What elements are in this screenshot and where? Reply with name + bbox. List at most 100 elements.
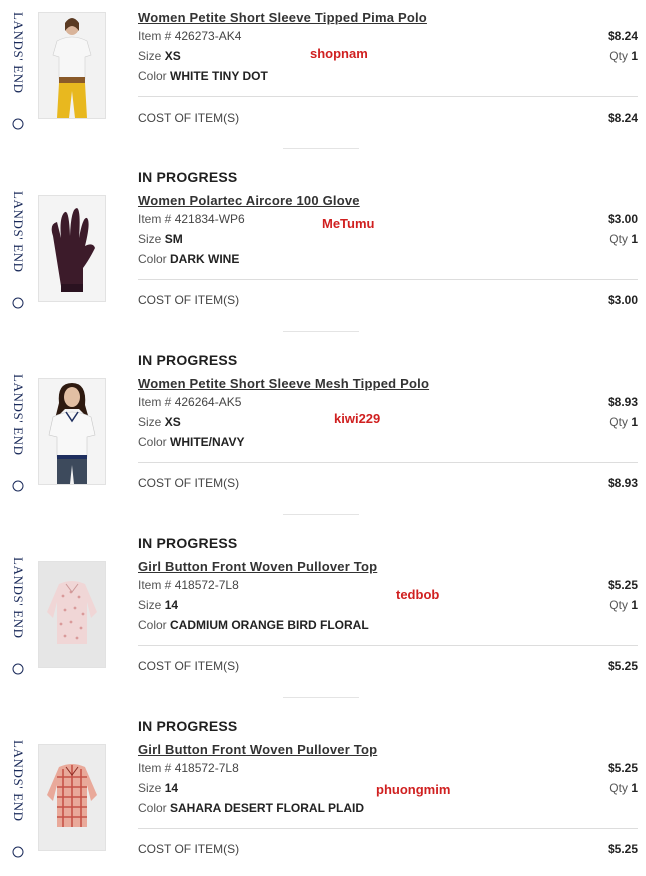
product-image[interactable]: [38, 378, 106, 485]
color-label: Color: [138, 69, 171, 83]
color-value: WHITE/NAVY: [170, 435, 245, 449]
quantity: Qty 1: [609, 49, 638, 63]
item-number-value: 418572-7L8: [174, 761, 239, 775]
cost-value: $5.25: [607, 659, 638, 673]
svg-text:LANDS' END: LANDS' END: [11, 12, 26, 94]
product-title-link[interactable]: Women Petite Short Sleeve Tipped Pima Po…: [138, 10, 427, 25]
item-color: Color WHITE TINY DOT: [138, 69, 268, 83]
size-label: Size: [138, 49, 165, 63]
order-item: IN PROGRESS LANDS' END Women Polartec Ai…: [0, 169, 646, 319]
product-title-link[interactable]: Women Petite Short Sleeve Mesh Tipped Po…: [138, 376, 429, 391]
color-label: Color: [138, 252, 171, 266]
lands-end-logo: LANDS' END: [8, 191, 28, 311]
size-value: XS: [164, 415, 181, 429]
cost-label: COST OF ITEM(S): [138, 659, 240, 673]
status-heading: IN PROGRESS: [138, 352, 238, 368]
status-heading: IN PROGRESS: [138, 718, 238, 734]
size-label: Size: [138, 598, 165, 612]
lands-end-logo: LANDS' END: [8, 374, 28, 494]
size-value: SM: [164, 232, 183, 246]
divider: [138, 462, 638, 463]
cost-value: $3.00: [607, 293, 638, 307]
qty-label: Qty: [609, 232, 632, 246]
cost-value: $8.93: [607, 476, 638, 490]
size-label: Size: [138, 232, 165, 246]
item-size: Size XS: [138, 415, 181, 429]
item-separator: [283, 148, 359, 149]
svg-text:LANDS' END: LANDS' END: [11, 374, 26, 456]
quantity: Qty 1: [609, 781, 638, 795]
item-number: Item # 426264-AK5: [138, 395, 241, 409]
item-number-label: Item #: [138, 761, 175, 775]
svg-text:LANDS' END: LANDS' END: [11, 740, 26, 822]
item-size: Size 14: [138, 781, 178, 795]
unit-price: $8.24: [607, 29, 638, 43]
status-heading: IN PROGRESS: [138, 169, 238, 185]
color-label: Color: [138, 618, 171, 632]
order-item: IN PROGRESS LANDS' END Women Petite Shor…: [0, 352, 646, 502]
order-item: IN PROGRESS LANDS' END Girl Button Front…: [0, 535, 646, 685]
qty-label: Qty: [609, 781, 632, 795]
item-number-value: 426273-AK4: [174, 29, 242, 43]
item-size: Size SM: [138, 232, 183, 246]
size-label: Size: [138, 415, 165, 429]
color-value: CADMIUM ORANGE BIRD FLORAL: [170, 618, 369, 632]
item-number: Item # 418572-7L8: [138, 761, 239, 775]
unit-price: $3.00: [607, 212, 638, 226]
qty-value: 1: [631, 49, 638, 63]
cost-value: $8.24: [607, 111, 638, 125]
color-value: WHITE TINY DOT: [170, 69, 268, 83]
item-separator: [283, 331, 359, 332]
seller-annotation: shopnam: [310, 46, 368, 61]
qty-label: Qty: [609, 415, 632, 429]
product-title-link[interactable]: Women Polartec Aircore 100 Glove: [138, 193, 360, 208]
unit-price: $8.93: [607, 395, 638, 409]
unit-price: $5.25: [607, 578, 638, 592]
cost-label: COST OF ITEM(S): [138, 842, 240, 856]
size-label: Size: [138, 781, 165, 795]
qty-value: 1: [631, 598, 638, 612]
cost-label: COST OF ITEM(S): [138, 293, 240, 307]
item-color: Color DARK WINE: [138, 252, 239, 266]
item-separator: [283, 697, 359, 698]
qty-label: Qty: [609, 598, 632, 612]
lands-end-logo: LANDS' END: [8, 740, 28, 860]
divider: [138, 645, 638, 646]
cost-value: $5.25: [607, 842, 638, 856]
size-value: 14: [164, 781, 179, 795]
item-number-label: Item #: [138, 578, 175, 592]
qty-label: Qty: [609, 49, 632, 63]
product-image[interactable]: [38, 12, 106, 119]
color-label: Color: [138, 435, 171, 449]
qty-value: 1: [631, 781, 638, 795]
item-number-label: Item #: [138, 212, 175, 226]
product-image[interactable]: [38, 561, 106, 668]
item-number-label: Item #: [138, 395, 175, 409]
item-color: Color CADMIUM ORANGE BIRD FLORAL: [138, 618, 369, 632]
qty-value: 1: [631, 232, 638, 246]
lands-end-logo: LANDS' END: [8, 12, 28, 132]
item-number-value: 421834-WP6: [174, 212, 245, 226]
item-number: Item # 426273-AK4: [138, 29, 241, 43]
item-number-value: 418572-7L8: [174, 578, 239, 592]
unit-price: $5.25: [607, 761, 638, 775]
svg-text:LANDS' END: LANDS' END: [11, 557, 26, 639]
quantity: Qty 1: [609, 415, 638, 429]
cost-label: COST OF ITEM(S): [138, 476, 240, 490]
color-value: DARK WINE: [170, 252, 240, 266]
product-image[interactable]: [38, 744, 106, 851]
seller-annotation: tedbob: [396, 587, 440, 602]
item-color: Color WHITE/NAVY: [138, 435, 244, 449]
product-title-link[interactable]: Girl Button Front Woven Pullover Top: [138, 559, 377, 574]
divider: [138, 96, 638, 97]
qty-value: 1: [631, 415, 638, 429]
product-image[interactable]: [38, 195, 106, 302]
item-number: Item # 421834-WP6: [138, 212, 245, 226]
seller-annotation: phuongmim: [376, 782, 451, 797]
size-value: XS: [164, 49, 181, 63]
cost-label: COST OF ITEM(S): [138, 111, 240, 125]
divider: [138, 828, 638, 829]
quantity: Qty 1: [609, 232, 638, 246]
quantity: Qty 1: [609, 598, 638, 612]
product-title-link[interactable]: Girl Button Front Woven Pullover Top: [138, 742, 377, 757]
